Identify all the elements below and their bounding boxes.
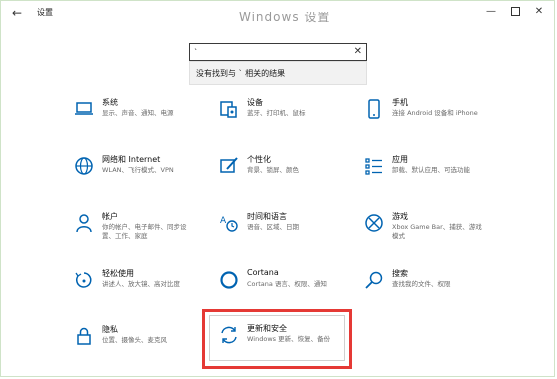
settings-item-system[interactable]: 系统 显示、声音、通知、电源 [74, 97, 214, 141]
settings-item-cortana[interactable]: Cortana Cortana 语言、权限、通知 [219, 268, 359, 312]
app-title: 设置 [37, 8, 53, 17]
laptop-icon [74, 99, 94, 119]
apps-icon [364, 156, 384, 176]
item-title: 游戏 [392, 212, 408, 221]
item-title: 网络和 Internet [102, 155, 161, 164]
settings-item-search[interactable]: 搜索 查找我的文件、权限 [364, 268, 504, 312]
devices-icon [219, 99, 239, 119]
settings-item-privacy[interactable]: 隐私 位置、摄像头、麦克风 [74, 324, 214, 368]
maximize-button[interactable] [503, 3, 527, 21]
item-title: 手机 [392, 98, 408, 107]
item-description: 蓝牙、打印机、鼠标 [247, 109, 306, 117]
item-description: 显示、声音、通知、电源 [102, 109, 174, 117]
xbox-icon [364, 213, 384, 233]
item-title: 个性化 [247, 155, 271, 164]
page-heading: Windows 设置 [239, 12, 331, 23]
search-field[interactable]: ✕ [189, 43, 367, 61]
lock-icon [74, 326, 94, 346]
item-description: Xbox Game Bar、捕获、游戏模式 [392, 223, 482, 240]
settings-item-network[interactable]: 网络和 Internet WLAN、飞行模式、VPN [74, 154, 214, 198]
settings-item-phone[interactable]: 手机 连接 Android 设备和 iPhone [364, 97, 504, 141]
close-button[interactable]: ✕ [527, 3, 551, 21]
item-description: 语音、区域、日期 [247, 223, 299, 231]
title-bar: ← 设置 Windows 设置 — ✕ [1, 1, 554, 27]
settings-item-ease-of-access[interactable]: 轻松使用 讲述人、放大镜、高对比度 [74, 268, 214, 312]
search-results-dropdown: 没有找到与 ` 相关的结果 [189, 61, 367, 85]
item-title: 应用 [392, 155, 408, 164]
maximize-icon [510, 6, 520, 16]
item-description: 位置、摄像头、麦克风 [102, 336, 167, 344]
highlight-annotation [202, 309, 352, 369]
item-description: 卸载、默认应用、可选功能 [392, 166, 470, 174]
settings-item-apps[interactable]: 应用 卸载、默认应用、可选功能 [364, 154, 504, 198]
item-title: 轻松使用 [102, 269, 134, 278]
minimize-button[interactable]: — [479, 3, 503, 21]
settings-item-accounts[interactable]: 帐户 你的帐户、电子邮件、同步设置、工作、家庭 [74, 211, 214, 255]
accessibility-icon [74, 270, 94, 290]
item-description: 查找我的文件、权限 [392, 280, 451, 288]
item-description: Cortana 语言、权限、通知 [247, 280, 327, 288]
item-title: Cortana [247, 268, 279, 277]
item-title: 时间和语言 [247, 212, 287, 221]
person-icon [74, 213, 94, 233]
phone-icon [364, 99, 384, 119]
item-description: 背景、锁屏、颜色 [247, 166, 299, 174]
paint-icon [219, 156, 239, 176]
clear-icon[interactable]: ✕ [354, 45, 362, 59]
item-title: 系统 [102, 98, 118, 107]
search-input[interactable] [194, 45, 344, 59]
settings-item-personalization[interactable]: 个性化 背景、锁屏、颜色 [219, 154, 359, 198]
svg-text:A: A [220, 216, 227, 226]
item-title: 设备 [247, 98, 263, 107]
item-description: 讲述人、放大镜、高对比度 [102, 280, 180, 288]
settings-item-gaming[interactable]: 游戏 Xbox Game Bar、捕获、游戏模式 [364, 211, 504, 255]
settings-window: ← 设置 Windows 设置 — ✕ ✕ 没有找到与 ` 相关的结果 系统 显… [0, 0, 555, 377]
cortana-icon [219, 270, 239, 290]
item-title: 隐私 [102, 325, 118, 334]
item-title: 搜索 [392, 269, 408, 278]
time-language-icon: A [219, 213, 239, 233]
settings-item-time-language[interactable]: A 时间和语言 语音、区域、日期 [219, 211, 359, 255]
item-description: 连接 Android 设备和 iPhone [392, 109, 478, 117]
globe-icon [74, 156, 94, 176]
item-title: 帐户 [102, 212, 118, 221]
item-description: 你的帐户、电子邮件、同步设置、工作、家庭 [102, 223, 187, 240]
settings-item-devices[interactable]: 设备 蓝牙、打印机、鼠标 [219, 97, 359, 141]
no-results-text: 没有找到与 ` 相关的结果 [196, 69, 286, 78]
item-description: WLAN、飞行模式、VPN [102, 166, 174, 174]
back-arrow-icon[interactable]: ← [9, 5, 25, 21]
search-icon [364, 270, 384, 290]
